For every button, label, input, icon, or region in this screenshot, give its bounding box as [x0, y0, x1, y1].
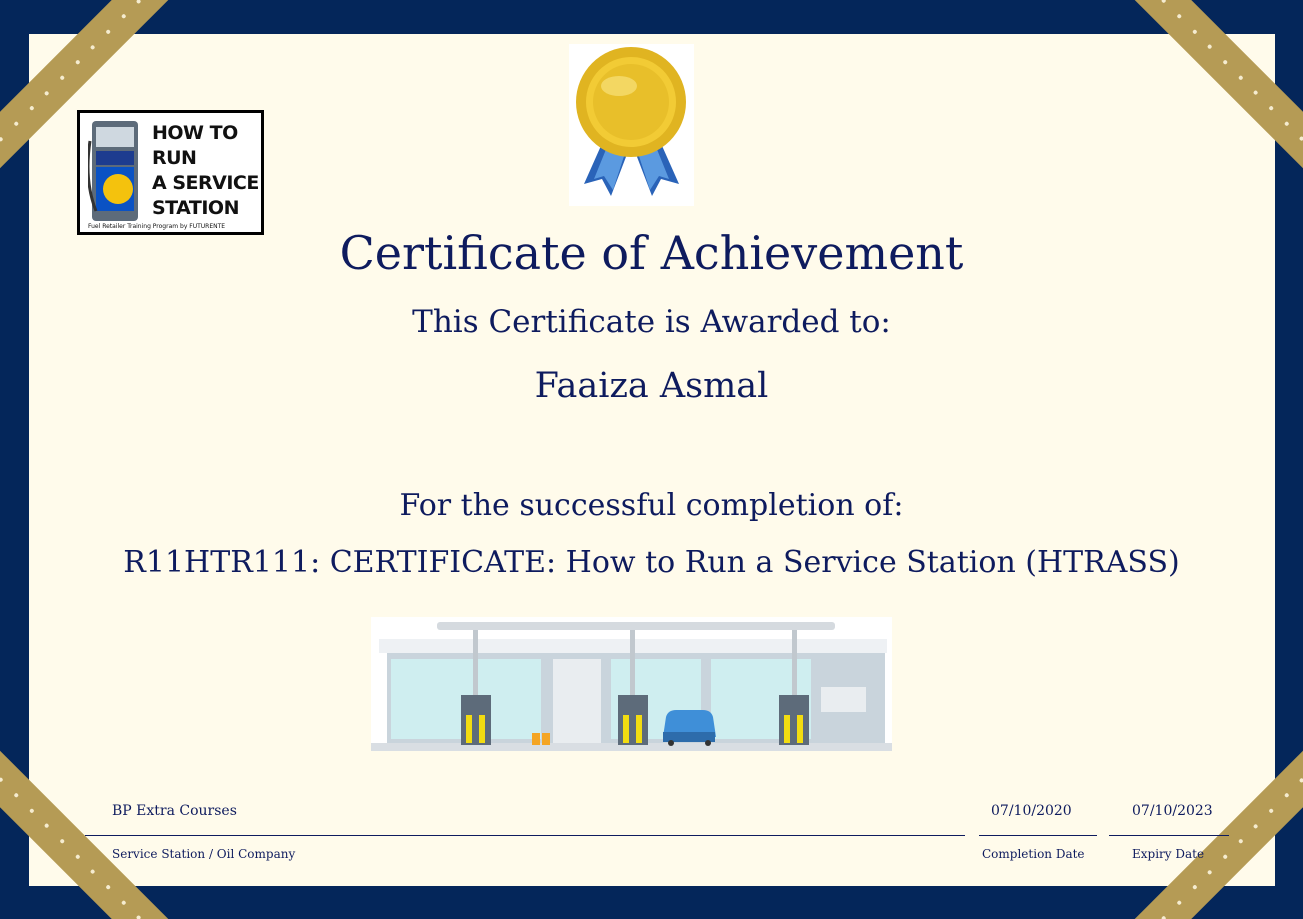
- completion-date-label: Completion Date: [982, 847, 1085, 861]
- course-logo: HOW TO RUN A SERVICE STATION Fuel Retail…: [77, 110, 264, 235]
- awarded-to-text: This Certificate is Awarded to:: [412, 304, 891, 340]
- expiry-date-label: Expiry Date: [1132, 847, 1205, 861]
- completion-text: For the successful completion of:: [399, 488, 904, 523]
- course-name: R11HTR111: CERTIFICATE: How to Run a Ser…: [123, 545, 1180, 580]
- certificate-title: Certificate of Achievement: [339, 226, 964, 280]
- issuer-name: BP Extra Courses: [112, 803, 237, 819]
- service-station-illustration: [371, 617, 892, 751]
- completion-date-line: [979, 835, 1097, 836]
- gold-medal-icon: [569, 44, 694, 206]
- fuel-pump-icon: [88, 121, 138, 221]
- certificate-page: HOW TO RUN A SERVICE STATION Fuel Retail…: [0, 0, 1303, 919]
- issuer-signature-line: [85, 835, 965, 836]
- corner-ribbon-bottom-left: [0, 739, 180, 919]
- corner-ribbon-bottom-right: [1123, 739, 1303, 919]
- completion-date: 07/10/2020: [991, 803, 1072, 819]
- corner-ribbon-top-right: [1123, 0, 1303, 180]
- recipient-name: Faaiza Asmal: [534, 366, 769, 406]
- expiry-date-line: [1109, 835, 1229, 836]
- logo-title: HOW TO RUN A SERVICE STATION: [152, 122, 259, 219]
- issuer-label: Service Station / Oil Company: [112, 847, 296, 861]
- expiry-date: 07/10/2023: [1132, 803, 1213, 819]
